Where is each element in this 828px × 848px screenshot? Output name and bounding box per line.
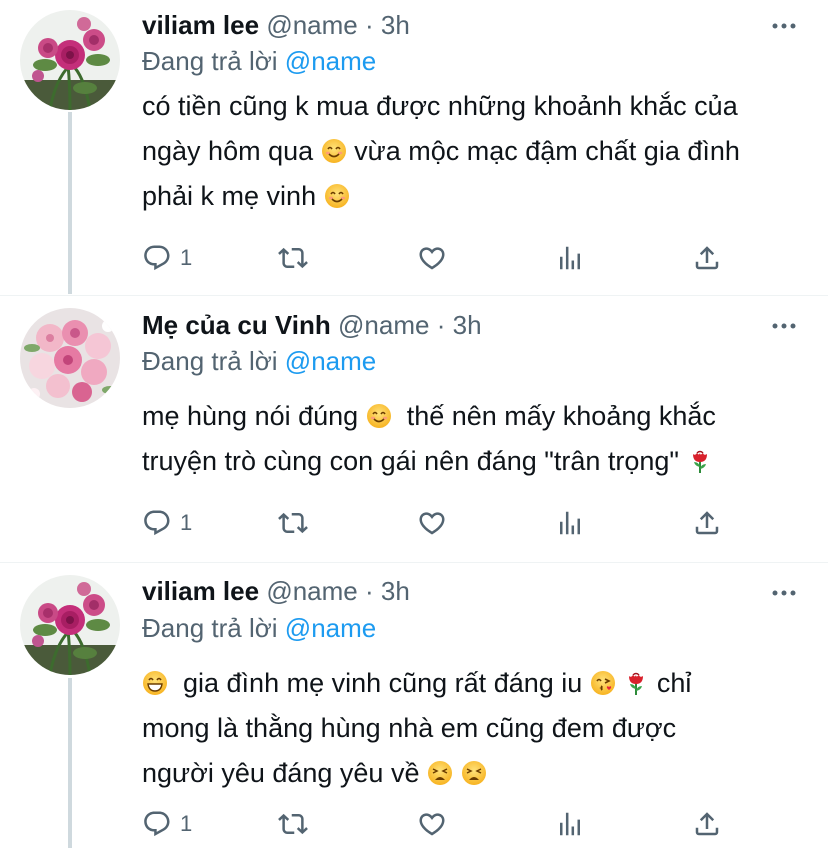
flower-bouquet-avatar-icon[interactable] [20, 308, 120, 408]
heart-icon [417, 508, 447, 538]
analytics-icon [555, 508, 585, 538]
tweet-text-line: truyện trò cùng con gái nên đáng "trân t… [142, 446, 680, 476]
reply-button[interactable]: 1 [142, 807, 192, 841]
weary-face-icon [461, 760, 487, 786]
tweet-text-line: người yêu đáng yêu về [142, 758, 420, 788]
kissing-face-icon [590, 670, 616, 696]
time-separator: · [364, 576, 374, 606]
display-name[interactable]: Mẹ của cu Vinh [142, 310, 331, 340]
tweet-header: Mẹ của cu Vinh @name · 3h [142, 310, 482, 340]
tweet-text-line: chỉ [656, 668, 692, 698]
timestamp[interactable]: 3h [453, 310, 482, 340]
share-button[interactable] [692, 506, 722, 540]
rose-avatar-icon[interactable] [20, 575, 120, 675]
share-icon [692, 508, 722, 538]
grinning-face-icon [142, 670, 168, 696]
like-button[interactable] [417, 241, 447, 275]
reply-count: 1 [180, 510, 193, 535]
reply-count: 1 [180, 245, 193, 270]
rose-icon [623, 670, 649, 696]
mention-link[interactable]: @name [285, 613, 376, 643]
replying-to: Đang trả lời @name [142, 46, 376, 76]
tweet[interactable]: viliam lee @name · 3h Đang trả lời @name… [0, 563, 828, 848]
mention-link[interactable]: @name [285, 346, 376, 376]
tweet-text-line: có tiền cũng k mua được những khoảnh khắ… [142, 91, 738, 121]
tweet-text-line: phải k mẹ vinh [142, 181, 317, 211]
reply-icon [142, 809, 172, 839]
tweet-actions: 1 [142, 506, 742, 540]
share-icon [692, 243, 722, 273]
tweet-header: viliam lee @name · 3h [142, 576, 410, 606]
tweet[interactable]: viliam lee @name · 3h Đang trả lời @name… [0, 0, 828, 295]
reply-icon [142, 243, 172, 273]
retweet-button[interactable] [278, 807, 308, 841]
display-name[interactable]: viliam lee [142, 576, 259, 606]
smiling-face-icon [321, 138, 347, 164]
handle[interactable]: @name [338, 310, 429, 340]
retweet-button[interactable] [278, 241, 308, 275]
tweet-text-line: thế nên mấy khoảng khắc [391, 401, 716, 431]
retweet-icon [278, 243, 308, 273]
share-button[interactable] [692, 807, 722, 841]
timestamp[interactable]: 3h [381, 576, 410, 606]
reply-icon [142, 508, 172, 538]
tweet-text-line: mẹ hùng nói đúng [142, 401, 359, 431]
tweet-text-line: mong là thằng hùng nhà em cũng đem được [142, 713, 677, 743]
heart-icon [417, 809, 447, 839]
smiling-face-icon [324, 183, 350, 209]
smiling-face-icon [366, 403, 392, 429]
views-button[interactable] [555, 241, 585, 275]
replying-prefix: Đang trả lời [142, 346, 278, 376]
weary-face-icon [427, 760, 453, 786]
reply-thread: viliam lee @name · 3h Đang trả lời @name… [0, 0, 828, 848]
views-button[interactable] [555, 506, 585, 540]
replying-to: Đang trả lời @name [142, 346, 376, 376]
more-options-icon[interactable] [770, 579, 798, 607]
views-button[interactable] [555, 807, 585, 841]
more-options-icon[interactable] [770, 312, 798, 340]
reply-count: 1 [180, 811, 193, 836]
tweet-text: có tiền cũng k mua được những khoảnh khắ… [142, 84, 802, 219]
time-separator: · [436, 310, 446, 340]
retweet-icon [278, 508, 308, 538]
replying-to: Đang trả lời @name [142, 613, 376, 643]
analytics-icon [555, 809, 585, 839]
analytics-icon [555, 243, 585, 273]
like-button[interactable] [417, 807, 447, 841]
tweet[interactable]: Mẹ của cu Vinh @name · 3h Đang trả lời @… [0, 296, 828, 564]
handle[interactable]: @name [266, 10, 357, 40]
replying-prefix: Đang trả lời [142, 46, 278, 76]
tweet-text: mẹ hùng nói đúng thế nên mấy khoảng khắc… [142, 394, 802, 484]
tweet-actions: 1 [142, 241, 742, 275]
rose-icon [687, 448, 713, 474]
retweet-button[interactable] [278, 506, 308, 540]
reply-button[interactable]: 1 [142, 241, 192, 275]
share-icon [692, 809, 722, 839]
tweet-actions: 1 [142, 807, 742, 841]
reply-button[interactable]: 1 [142, 506, 192, 540]
more-options-icon[interactable] [770, 12, 798, 40]
display-name[interactable]: viliam lee [142, 10, 259, 40]
handle[interactable]: @name [266, 576, 357, 606]
tweet-text-line: vừa mộc mạc đậm chất gia đình [346, 136, 740, 166]
like-button[interactable] [417, 506, 447, 540]
tweet-header: viliam lee @name · 3h [142, 10, 410, 40]
rose-avatar-icon[interactable] [20, 10, 120, 110]
retweet-icon [278, 809, 308, 839]
time-separator: · [364, 10, 374, 40]
replying-prefix: Đang trả lời [142, 613, 278, 643]
timestamp[interactable]: 3h [381, 10, 410, 40]
tweet-text: gia đình mẹ vinh cũng rất đáng iu chỉ mo… [142, 661, 802, 796]
share-button[interactable] [692, 241, 722, 275]
tweet-text-line: ngày hôm qua [142, 136, 314, 166]
mention-link[interactable]: @name [285, 46, 376, 76]
tweet-text-line: gia đình mẹ vinh cũng rất đáng iu [168, 668, 583, 698]
heart-icon [417, 243, 447, 273]
